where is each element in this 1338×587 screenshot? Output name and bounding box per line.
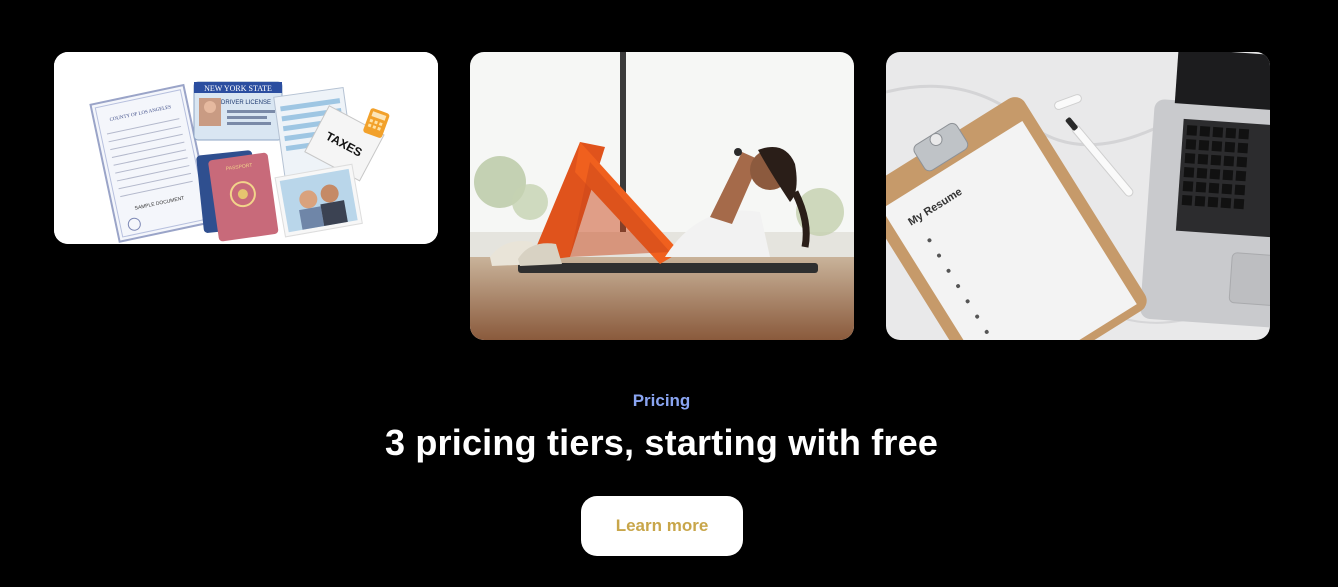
documents-image-card: COUNTY OF LOS ANGELES SAMPLE DOCUMENT NE… bbox=[54, 52, 438, 244]
resume-image-card: My Resume bbox=[886, 52, 1270, 340]
resume-clipboard-image: My Resume bbox=[886, 52, 1270, 340]
woman-crunches-image bbox=[470, 52, 854, 340]
fitness-image-card bbox=[470, 52, 854, 340]
page: COUNTY OF LOS ANGELES SAMPLE DOCUMENT NE… bbox=[0, 0, 1338, 587]
pricing-eyebrow: Pricing bbox=[632, 391, 691, 410]
pricing-headline: 3 pricing tiers, starting with free bbox=[384, 422, 939, 463]
documents-collage-image: COUNTY OF LOS ANGELES SAMPLE DOCUMENT NE… bbox=[54, 52, 438, 244]
learn-more-button[interactable]: Learn more bbox=[581, 496, 743, 556]
svg-text:NEW YORK STATE: NEW YORK STATE bbox=[204, 84, 272, 93]
svg-text:DRIVER LICENSE: DRIVER LICENSE bbox=[221, 100, 271, 106]
